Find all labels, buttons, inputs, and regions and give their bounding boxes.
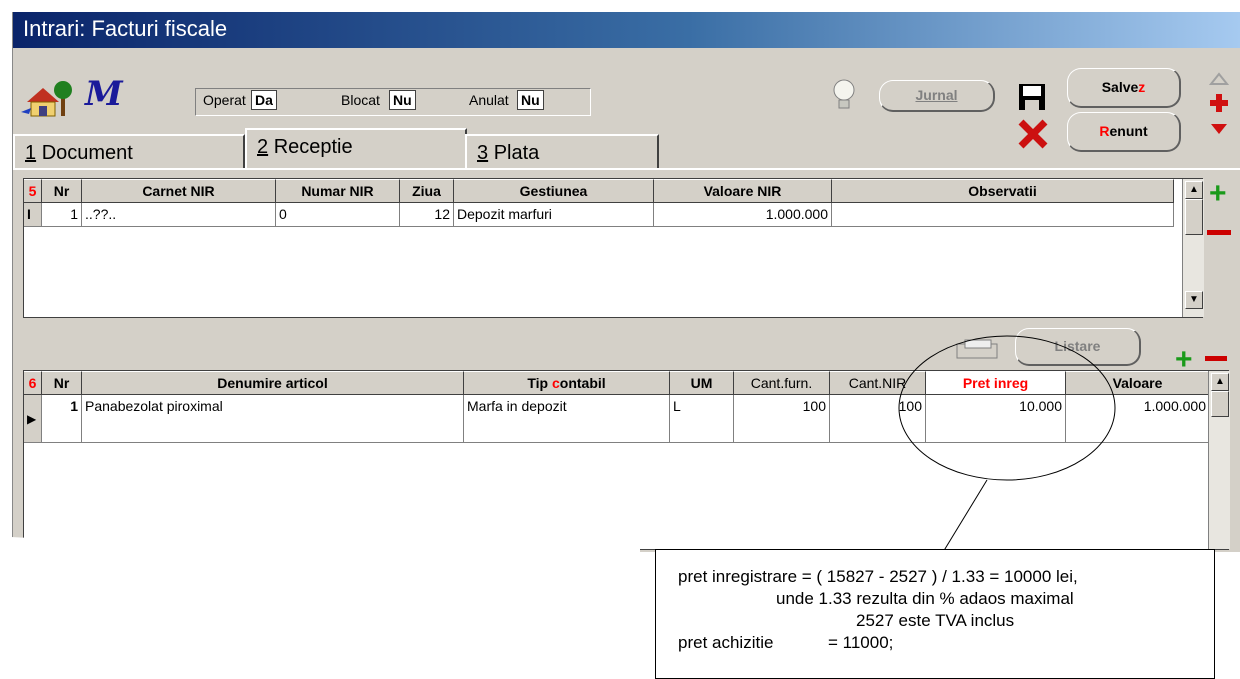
tab-document[interactable]: 1 Document <box>13 134 245 168</box>
col-header-gestiunea[interactable]: Gestiunea <box>454 179 654 203</box>
tab-document-label: Document <box>41 142 133 164</box>
cell-observatii[interactable] <box>832 203 1174 227</box>
note-line-1: pret inregistrare = ( 15827 - 2527 ) / 1… <box>678 567 1078 586</box>
note-line-4: pret achizitie = 11000; <box>678 632 1214 654</box>
window-title-bar: Intrari: Facturi fiscale <box>13 12 1240 48</box>
salvez-label: Salvez <box>1101 79 1146 95</box>
floppy-disk-icon[interactable] <box>1017 82 1047 112</box>
blocat-value[interactable]: Nu <box>389 90 416 110</box>
scroll-up-button[interactable]: ▲ <box>1211 373 1229 391</box>
note-line-3: 2527 este TVA inclus <box>856 611 1015 630</box>
operat-label: Operat <box>203 92 246 108</box>
cell-ziua[interactable]: 12 <box>400 203 454 227</box>
cell-denumire[interactable]: Panabezolat piroximal <box>82 395 464 443</box>
remove-nir-icon[interactable] <box>1207 230 1231 235</box>
house-tree-icon[interactable] <box>21 78 73 118</box>
cancel-x-icon[interactable] <box>1017 118 1049 150</box>
row-selector-arrow[interactable]: ▶ <box>24 395 42 443</box>
nir-grid-scrollbar[interactable]: ▲ ▼ <box>1182 179 1204 317</box>
scroll-up-button[interactable]: ▲ <box>1185 181 1203 199</box>
m-logo[interactable]: M <box>85 74 123 114</box>
col-header-carnet-nir[interactable]: Carnet NIR <box>82 179 276 203</box>
anulat-label: Anulat <box>469 92 509 108</box>
nav-down-icon[interactable] <box>1209 122 1229 136</box>
operat-value[interactable]: Da <box>251 90 277 110</box>
cell-tip-contabil[interactable]: Marfa in depozit <box>464 395 670 443</box>
scroll-down-button[interactable]: ▼ <box>1185 291 1203 309</box>
tab-receptie-number: 2 <box>257 136 269 158</box>
highlight-ellipse <box>898 335 1116 552</box>
cell-numar-nir[interactable]: 0 <box>276 203 400 227</box>
tab-plata-label: Plata <box>493 142 540 164</box>
tab-plata-number: 3 <box>477 142 489 164</box>
col-header-observatii[interactable]: Observatii <box>832 179 1174 203</box>
explanation-note: pret inregistrare = ( 15827 - 2527 ) / 1… <box>655 549 1215 679</box>
jurnal-button[interactable]: Jurnal <box>879 80 995 112</box>
blocat-label: Blocat <box>341 92 380 108</box>
nir-grid[interactable]: 5 Nr Carnet NIR Numar NIR Ziua Gestiunea… <box>23 178 1204 318</box>
col-header-nr[interactable]: Nr <box>42 179 82 203</box>
add-record-icon[interactable] <box>1209 92 1229 114</box>
add-article-icon[interactable]: + <box>1175 345 1193 375</box>
tab-receptie-label: Receptie <box>273 136 353 158</box>
note-line-2: unde 1.33 rezulta din % adaos maximal <box>776 589 1074 608</box>
tab-plata[interactable]: 3 Plata <box>465 134 659 168</box>
note-line-4-value: = 11000; <box>828 633 894 652</box>
col-header-ziua[interactable]: Ziua <box>400 179 454 203</box>
lightbulb-icon[interactable] <box>831 78 857 112</box>
note-line-4-label: pret achizitie <box>678 633 774 652</box>
tab-document-number: 1 <box>25 142 37 164</box>
col-header-nr[interactable]: Nr <box>42 371 82 395</box>
scroll-thumb[interactable] <box>1185 199 1203 235</box>
col-header-numar-nir[interactable]: Numar NIR <box>276 179 400 203</box>
salvez-button[interactable]: Salvez <box>1067 68 1181 108</box>
window-title: Intrari: Facturi fiscale <box>23 16 228 41</box>
tab-strip-line <box>13 168 1240 170</box>
nav-up-icon[interactable] <box>1208 70 1230 86</box>
col-header-denumire-articol[interactable]: Denumire articol <box>82 371 464 395</box>
row-indicator[interactable]: I <box>24 203 42 227</box>
cell-valoare-nir[interactable]: 1.000.000 <box>654 203 832 227</box>
col-header-tip-contabil[interactable]: Tip contabil <box>464 371 670 395</box>
scroll-thumb[interactable] <box>1211 391 1229 417</box>
cell-cant-furn[interactable]: 100 <box>734 395 830 443</box>
col-header-valoare-nir[interactable]: Valoare NIR <box>654 179 832 203</box>
col-header-cant-furn[interactable]: Cant.furn. <box>734 371 830 395</box>
tab-receptie[interactable]: 2 Receptie <box>245 128 467 168</box>
cell-gestiunea[interactable]: Depozit marfuri <box>454 203 654 227</box>
cell-nr[interactable]: 1 <box>42 395 82 443</box>
renunt-label: Renunt <box>1099 123 1148 139</box>
grid-index-header: 6 <box>24 371 42 395</box>
remove-article-icon[interactable] <box>1205 356 1227 361</box>
col-header-um[interactable]: UM <box>670 371 734 395</box>
cell-nr[interactable]: 1 <box>42 203 82 227</box>
cell-um[interactable]: L <box>670 395 734 443</box>
anulat-value[interactable]: Nu <box>517 90 544 110</box>
renunt-button[interactable]: Renunt <box>1067 112 1181 152</box>
main-window: Intrari: Facturi fiscale M Operat Da Blo… <box>12 12 1240 552</box>
add-nir-icon[interactable]: + <box>1209 179 1227 209</box>
jurnal-label: Jurnal <box>915 87 958 103</box>
grid-index-header: 5 <box>24 179 42 203</box>
cell-carnet-nir[interactable]: ..??.. <box>82 203 276 227</box>
articles-grid-scrollbar[interactable]: ▲ <box>1208 371 1230 549</box>
